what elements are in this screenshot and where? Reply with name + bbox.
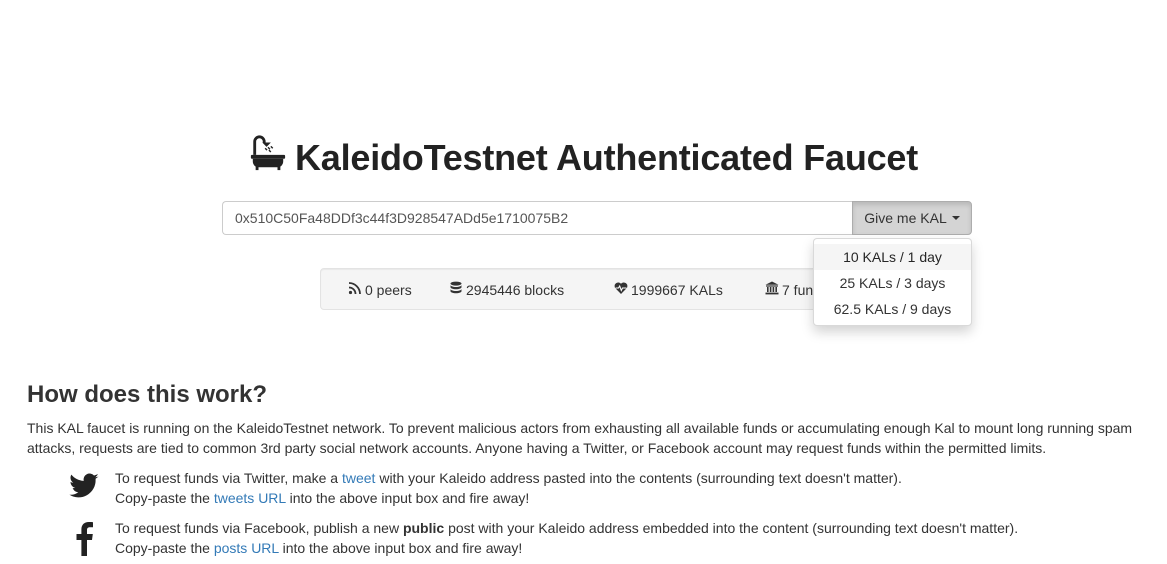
facebook-line-2-post: into the above input box and fire away! [278, 540, 523, 556]
stat-peers-text: 0 peers [365, 281, 412, 298]
twitter-instructions-body: To request funds via Twitter, make a twe… [115, 468, 902, 508]
twitter-line-2-pre: Copy-paste the [115, 490, 214, 506]
facebook-line-1-bold: public [402, 520, 445, 536]
tier-option-9-days[interactable]: 62.5 KALs / 9 days [814, 296, 971, 322]
caret-down-icon [951, 216, 960, 220]
twitter-line-1-post: with your Kaleido address pasted into th… [375, 470, 902, 486]
facebook-line-1: To request funds via Facebook, publish a… [115, 518, 1018, 538]
twitter-icon [66, 468, 102, 508]
address-input-group: Give me KAL [222, 201, 972, 235]
stat-blocks: 2945446 blocks [449, 281, 564, 298]
tweet-link[interactable]: tweet [342, 470, 375, 486]
twitter-line-2-post: into the above input box and fire away! [285, 490, 530, 506]
facebook-instructions: To request funds via Facebook, publish a… [66, 518, 1018, 558]
page-title-text: KaleidoTestnet Authenticated Faucet [294, 136, 919, 178]
bath-icon [249, 134, 287, 181]
heartbeat-icon [614, 281, 628, 298]
facebook-line-2: Copy-paste the posts URL into the above … [115, 538, 1018, 558]
tweets-url-link[interactable]: tweets URL [214, 490, 286, 506]
facebook-line-2-pre: Copy-paste the [115, 540, 214, 556]
give-me-kal-button[interactable]: Give me KAL [852, 201, 972, 235]
stat-blocks-text: 2945446 blocks [466, 281, 565, 298]
address-input[interactable] [222, 201, 852, 235]
page-title: KaleidoTestnet Authenticated Faucet [0, 134, 1167, 181]
give-me-kal-label: Give me KAL [864, 210, 947, 226]
rss-icon [348, 281, 362, 298]
tier-dropdown-menu: 10 KALs / 1 day 25 KALs / 3 days 62.5 KA… [813, 238, 972, 326]
facebook-instructions-body: To request funds via Facebook, publish a… [115, 518, 1018, 558]
posts-url-link[interactable]: posts URL [214, 540, 279, 556]
network-stats-panel: 0 peers 2945446 blocks 1999667 KALs 7 fu… [320, 268, 860, 310]
stat-kals: 1999667 KALs [614, 281, 723, 298]
bank-icon [765, 281, 779, 298]
tier-option-1-day[interactable]: 10 KALs / 1 day [814, 244, 971, 270]
how-it-works-text: This KAL faucet is running on the Kaleid… [27, 420, 1133, 456]
database-icon [449, 281, 463, 298]
stat-peers: 0 peers [348, 281, 412, 298]
twitter-line-2: Copy-paste the tweets URL into the above… [115, 488, 902, 508]
twitter-instructions: To request funds via Twitter, make a twe… [66, 468, 902, 508]
twitter-line-1: To request funds via Twitter, make a twe… [115, 468, 902, 488]
tier-option-3-days[interactable]: 25 KALs / 3 days [814, 270, 971, 296]
twitter-line-1-pre: To request funds via Twitter, make a [115, 470, 342, 486]
facebook-line-1-post: post with your Kaleido address embedded … [444, 520, 1019, 536]
facebook-icon [66, 518, 102, 558]
facebook-line-1-pre: To request funds via Facebook, publish a… [115, 520, 403, 536]
stat-kals-text: 1999667 KALs [631, 281, 723, 298]
how-it-works-heading: How does this work? [27, 381, 268, 408]
